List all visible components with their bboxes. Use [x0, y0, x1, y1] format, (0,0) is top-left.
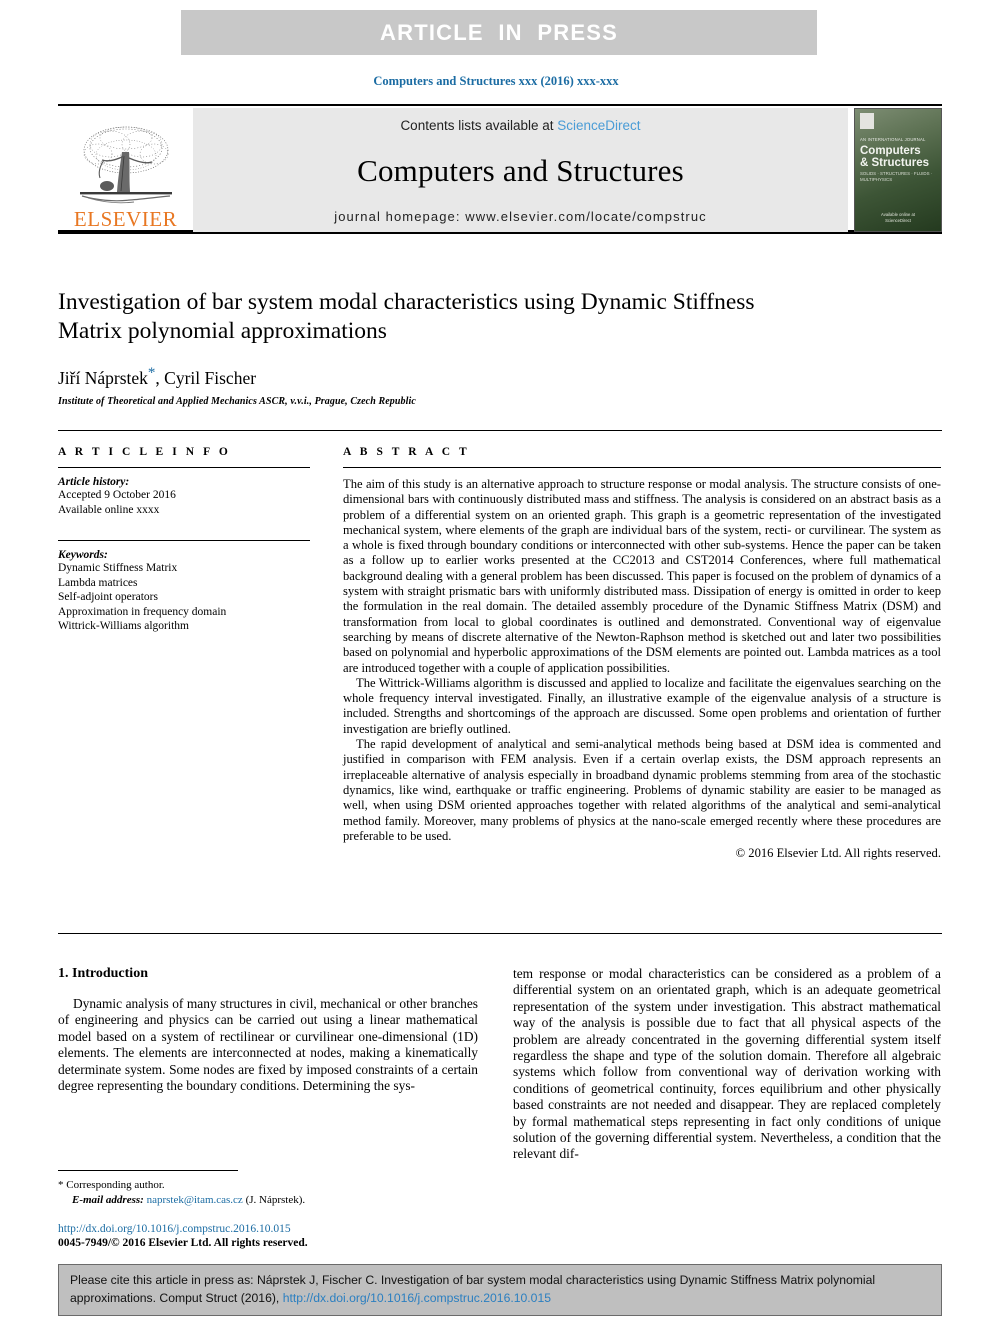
journal-homepage-line[interactable]: journal homepage: www.elsevier.com/locat…: [334, 209, 707, 224]
cover-title: Computers & Structures: [860, 145, 929, 169]
abstract-paragraph: The Wittrick-Williams algorithm is discu…: [343, 675, 941, 736]
journal-title: Computers and Structures: [357, 153, 684, 188]
abstract-heading: A B S T R A C T: [343, 446, 470, 458]
body-column-right: tem response or modal characteristics ca…: [513, 966, 941, 1163]
keyword-item: Lambda matrices: [58, 576, 138, 589]
footnote-corresponding-line: * Corresponding author.: [58, 1178, 488, 1193]
cover-footer: Available online at ScienceDirect: [855, 212, 941, 224]
elsevier-logo: ELSEVIER: [58, 108, 193, 232]
abstract-column: A B S T R A C T The aim of this study is…: [343, 446, 941, 861]
keyword-item: Self-adjoint operators: [58, 591, 158, 603]
cover-subtitle: SOLIDS · STRUCTURES · FLUIDS · MULTIPHYS…: [860, 171, 933, 182]
footnote-email-link[interactable]: naprstek@itam.cas.cz: [147, 1194, 243, 1206]
cite-doi-link[interactable]: http://dx.doi.org/10.1016/j.compstruc.20…: [283, 1291, 551, 1305]
cover-eyebrow: AN INTERNATIONAL JOURNAL: [860, 137, 926, 142]
article-info-spacer: [58, 517, 310, 531]
author-primary: Jiří Náprstek: [58, 367, 148, 388]
affiliation: Institute of Theoretical and Applied Mec…: [58, 395, 416, 407]
footer-doi-block: http://dx.doi.org/10.1016/j.compstruc.20…: [58, 1222, 488, 1250]
masthead-panel: Contents lists available at ScienceDirec…: [193, 108, 848, 232]
cover-title-line1: Computers: [860, 145, 921, 157]
keywords-label: Keywords:: [58, 549, 108, 561]
page-title: Investigation of bar system modal charac…: [58, 289, 755, 344]
issn-copyright-line: 0045-7949/© 2016 Elsevier Ltd. All right…: [58, 1237, 308, 1249]
doi-link[interactable]: http://dx.doi.org/10.1016/j.compstruc.20…: [58, 1222, 488, 1236]
section-title-introduction: 1. Introduction: [58, 966, 148, 981]
footnote-block: * Corresponding author. E-mail address: …: [58, 1178, 488, 1208]
cover-publisher-badge-icon: [860, 113, 874, 129]
article-history-online: Available online xxxx: [58, 503, 160, 516]
cover-title-line2: & Structures: [860, 157, 930, 169]
abstract-rule: [343, 467, 941, 468]
elsevier-tree-icon: [79, 126, 172, 204]
journal-cover-thumbnail: AN INTERNATIONAL JOURNAL Computers & Str…: [854, 108, 942, 232]
article-info-column: A R T I C L E I N F O Article history: A…: [58, 446, 310, 634]
article-in-press-label: ARTICLE IN PRESS: [380, 19, 618, 45]
footnote-marker: *: [58, 1179, 64, 1191]
keyword-item: Approximation in frequency domain: [58, 605, 227, 618]
body-paragraph: tem response or modal characteristics ca…: [513, 966, 941, 1162]
footnote-email-label: E-mail address:: [72, 1194, 144, 1206]
abstract-paragraph: The rapid development of analytical and …: [343, 737, 941, 843]
article-history-label: Article history:: [58, 476, 130, 488]
cite-this-article-box: Please cite this article in press as: Ná…: [58, 1264, 942, 1316]
journal-masthead: ELSEVIER Contents lists available at Sci…: [58, 104, 942, 234]
contents-lists-prefix: Contents lists available at: [400, 118, 558, 133]
body-column-left: 1. Introduction Dynamic analysis of many…: [58, 966, 478, 1094]
cite-this-article-text: Please cite this article in press as: Ná…: [70, 1272, 930, 1307]
keyword-item: Dynamic Stiffness Matrix: [58, 562, 178, 574]
contents-lists-line: Contents lists available at ScienceDirec…: [400, 118, 640, 133]
keyword-item: Wittrick-Williams algorithm: [58, 620, 189, 632]
footnote-email-line: E-mail address: naprstek@itam.cas.cz (J.…: [58, 1193, 488, 1208]
body-paragraph: Dynamic analysis of many structures in c…: [58, 996, 478, 1094]
footnote-email-owner: (J. Náprstek).: [245, 1194, 306, 1206]
article-history-accepted: Accepted 9 October 2016: [58, 489, 176, 501]
abstract-paragraph: The aim of this study is an alternative …: [343, 477, 941, 675]
keywords-rule: [58, 540, 310, 541]
author-secondary: , Cyril Fischer: [155, 367, 257, 388]
cover-footer-line2: ScienceDirect: [885, 218, 911, 223]
article-in-press-banner: ARTICLE IN PRESS: [181, 10, 817, 55]
info-section-top-rule: [58, 430, 942, 431]
journal-reference-line: Computers and Structures xxx (2016) xxx-…: [373, 74, 619, 88]
sciencedirect-link[interactable]: ScienceDirect: [557, 118, 640, 133]
article-info-heading: A R T I C L E I N F O: [58, 446, 231, 458]
info-section-bottom-rule: [58, 933, 942, 934]
abstract-copyright: © 2016 Elsevier Ltd. All rights reserved…: [735, 846, 941, 861]
elsevier-wordmark: ELSEVIER: [73, 207, 178, 231]
footnote-rule: [58, 1170, 238, 1171]
author-list: Jiří Náprstek*, Cyril Fischer: [58, 365, 918, 389]
article-info-rule: [58, 467, 310, 468]
title-block: Investigation of bar system modal charac…: [58, 288, 918, 407]
footnote-corresponding-author: Corresponding author.: [66, 1179, 165, 1191]
